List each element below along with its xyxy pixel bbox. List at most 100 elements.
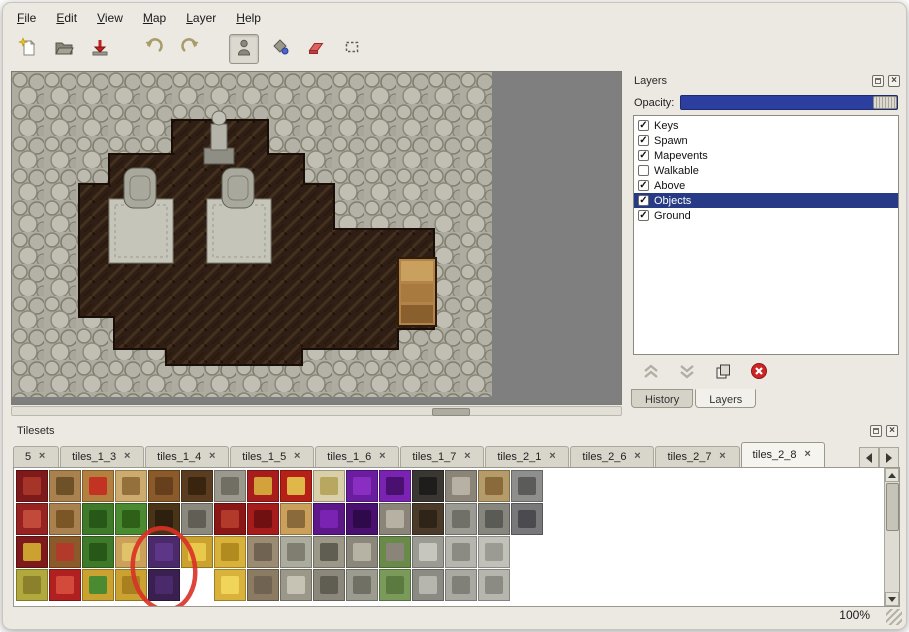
tileset-tile[interactable] [115,470,147,502]
tab-history[interactable]: History [631,389,693,408]
tileset-tile[interactable] [379,470,411,502]
tileset-tile[interactable] [214,470,246,502]
close-tab-icon[interactable] [803,450,813,460]
close-tab-icon[interactable] [292,452,302,462]
tileset-tile[interactable] [148,470,180,502]
tileset-tab[interactable]: tiles_1_7 [400,446,484,467]
tileset-tile[interactable] [247,470,279,502]
tileset-tab[interactable]: tiles_1_5 [230,446,314,467]
tileset-tab-active[interactable]: tiles_2_8 [741,442,825,467]
tileset-tile[interactable] [280,470,312,502]
tileset-tile[interactable] [313,536,345,568]
close-tab-icon[interactable] [207,452,217,462]
layer-row[interactable]: Mapevents [634,148,898,163]
tileset-tile[interactable] [82,470,114,502]
scroll-down-button[interactable] [885,592,899,606]
layer-checkbox[interactable] [638,120,649,131]
vscroll-thumb[interactable] [886,483,899,531]
tileset-tile[interactable] [49,569,81,601]
tileset-tile[interactable] [247,536,279,568]
window-resize-grip[interactable] [886,609,902,625]
tileset-tile[interactable] [214,536,246,568]
tileset-tile[interactable] [280,569,312,601]
fill-tool-button[interactable] [265,34,295,64]
raise-layer-button[interactable] [640,361,662,381]
tileset-tile[interactable] [49,536,81,568]
menu-file[interactable]: File [7,8,46,28]
tileset-tile[interactable] [16,503,48,535]
eraser-tool-button[interactable] [301,34,331,64]
tileset-tile[interactable] [280,536,312,568]
close-tab-icon[interactable] [122,452,132,462]
tileset-tile[interactable] [49,470,81,502]
layers-list[interactable]: Keys Spawn Mapevents Walkable Above Obje… [633,115,899,355]
duplicate-layer-button[interactable] [712,361,734,381]
tileset-tile[interactable] [412,470,444,502]
tileset-tile[interactable] [115,503,147,535]
close-tab-icon[interactable] [718,452,728,462]
tileset-tile[interactable] [82,536,114,568]
tileset-tile[interactable] [412,503,444,535]
layer-row[interactable]: Ground [634,208,898,223]
close-panel-icon[interactable] [888,75,900,87]
tileset-tile[interactable] [247,503,279,535]
float-panel-icon[interactable] [870,425,882,437]
map-hscroll-thumb[interactable] [432,408,470,416]
new-button[interactable] [13,34,43,64]
tileset-content[interactable] [13,467,900,607]
menu-layer[interactable]: Layer [176,8,226,28]
tileset-tile[interactable] [82,569,114,601]
tileset-tile[interactable] [445,503,477,535]
layer-row[interactable]: Objects [634,193,898,208]
tileset-tile[interactable] [346,470,378,502]
layer-checkbox[interactable] [638,165,649,176]
tileset-tab[interactable]: tiles_1_4 [145,446,229,467]
tileset-tile[interactable] [379,569,411,601]
menu-help[interactable]: Help [226,8,271,28]
lower-layer-button[interactable] [676,361,698,381]
tileset-tile[interactable] [115,569,147,601]
tileset-tile[interactable] [148,503,180,535]
save-button[interactable] [85,34,115,64]
layer-checkbox[interactable] [638,150,649,161]
menu-edit[interactable]: Edit [46,8,87,28]
tileset-tile[interactable] [16,569,48,601]
tileset-tile[interactable] [445,569,477,601]
tileset-tile[interactable] [511,503,543,535]
tileset-tile[interactable] [16,470,48,502]
layer-checkbox[interactable] [638,135,649,146]
layer-checkbox[interactable] [638,195,649,206]
tileset-vertical-scrollbar[interactable] [884,468,899,606]
menu-view[interactable]: View [87,8,133,28]
tileset-tab[interactable]: tiles_2_1 [485,446,569,467]
tileset-tile[interactable] [478,569,510,601]
tileset-tab[interactable]: tiles_1_3 [60,446,144,467]
tileset-tile[interactable] [445,536,477,568]
float-panel-icon[interactable] [872,75,884,87]
tileset-tile[interactable] [247,569,279,601]
tileset-tile[interactable] [82,503,114,535]
tileset-tile[interactable] [148,536,180,568]
tileset-tile[interactable] [346,536,378,568]
tileset-tile[interactable] [478,470,510,502]
layer-row[interactable]: Keys [634,118,898,133]
tileset-tile[interactable] [346,503,378,535]
close-tab-icon[interactable] [547,452,557,462]
tab-layers[interactable]: Layers [695,389,756,408]
tileset-tab[interactable]: tiles_2_7 [655,446,739,467]
tileset-tile[interactable] [478,503,510,535]
map-horizontal-scrollbar[interactable] [11,406,622,416]
opacity-slider-handle[interactable] [873,96,897,109]
delete-layer-button[interactable] [748,361,770,381]
tileset-tile[interactable] [214,569,246,601]
menu-map[interactable]: Map [133,8,176,28]
layer-row[interactable]: Above [634,178,898,193]
scroll-tabs-right-button[interactable] [879,447,899,469]
open-button[interactable] [49,34,79,64]
tileset-tile[interactable] [346,569,378,601]
close-tab-icon[interactable] [632,452,642,462]
tileset-tile[interactable] [16,536,48,568]
tileset-tab[interactable]: tiles_2_6 [570,446,654,467]
layer-checkbox[interactable] [638,180,649,191]
map-canvas[interactable] [11,71,622,405]
